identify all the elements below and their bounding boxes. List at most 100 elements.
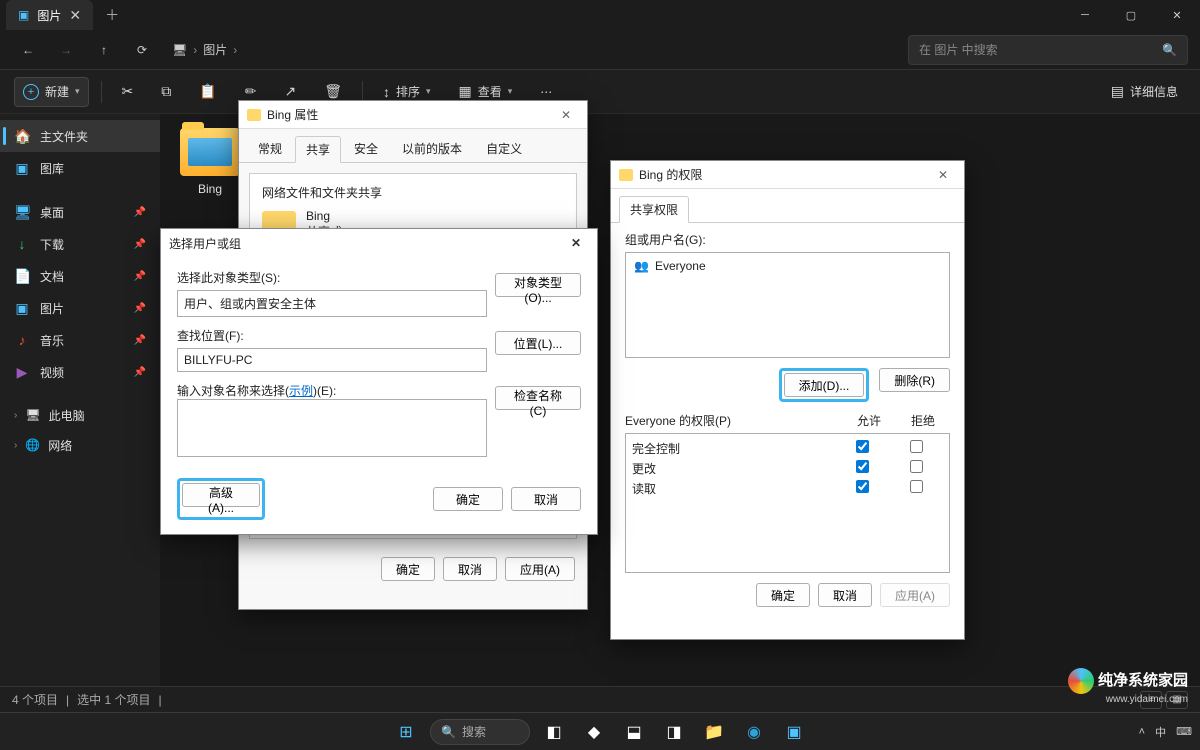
back-button[interactable]: ← [12,34,44,66]
task-view-button[interactable]: ◧ [538,718,570,746]
locations-button[interactable]: 位置(L)... [495,331,581,355]
dialog-titlebar[interactable]: Bing 的权限 ✕ [611,161,964,189]
cancel-button[interactable]: 取消 [511,487,581,511]
new-button[interactable]: + 新建 ▾ [14,77,89,107]
object-name-input[interactable] [177,399,487,457]
remove-button[interactable]: 删除(R) [879,368,950,392]
permissions-for-label: Everyone 的权限(P) [625,412,842,429]
apply-button[interactable]: 应用(A) [505,557,575,581]
folder-item-bing[interactable]: Bing [174,128,246,196]
sidebar-item-downloads[interactable]: ↓下载📌 [0,228,160,260]
sidebar-item-home[interactable]: 🏠主文件夹 [0,120,160,152]
deny-read-checkbox[interactable] [910,480,923,493]
dialog-titlebar[interactable]: Bing 属性 ✕ [239,101,587,129]
folder-icon [247,109,261,121]
list-item-everyone[interactable]: 👥 Everyone [630,257,945,275]
taskbar-widgets[interactable]: ◆ [578,718,610,746]
forward-button[interactable]: → [50,34,82,66]
close-button[interactable]: ✕ [563,232,589,254]
refresh-button[interactable]: ⟳ [126,34,158,66]
cancel-button[interactable]: 取消 [443,557,497,581]
ok-button[interactable]: 确定 [756,583,810,607]
chevron-up-icon[interactable]: ˄ [1139,726,1145,738]
label-text: )(E): [313,384,336,398]
allow-full-control-checkbox[interactable] [856,440,869,453]
chevron-right-icon: › [14,440,17,451]
deny-change-checkbox[interactable] [910,460,923,473]
details-pane-button[interactable]: ▤ 详细信息 [1103,77,1186,107]
add-tab-button[interactable]: ＋ [93,5,131,25]
taskbar-app[interactable]: ⬓ [618,718,650,746]
allow-read-checkbox[interactable] [856,480,869,493]
paste-button[interactable]: 📋 [191,77,224,107]
tab-share-permissions[interactable]: 共享权限 [619,196,689,223]
taskbar-edge[interactable]: ◉ [738,718,770,746]
permission-name: 完全控制 [632,440,835,457]
sidebar-item-this-pc[interactable]: ›🖥此电脑 [0,400,160,430]
tab-security[interactable]: 安全 [343,135,389,162]
copy-button[interactable]: ⧉ [153,77,179,107]
folder-icon [180,128,240,176]
minimize-button[interactable]: ─ [1062,0,1108,30]
search-input[interactable]: 在 图片 中搜索 🔍 [908,35,1188,65]
ok-button[interactable]: 确定 [433,487,503,511]
close-button[interactable]: ✕ [930,164,956,186]
object-types-button[interactable]: 对象类型(O)... [495,273,581,297]
maximize-button[interactable]: ▢ [1108,0,1154,30]
ime-indicator[interactable]: 中 [1155,724,1166,740]
window-tab[interactable]: ▣ 图片 ✕ [6,0,93,30]
breadcrumb-item[interactable]: 图片 [203,41,227,58]
sidebar-item-music[interactable]: ♪音乐📌 [0,324,160,356]
ime-icon[interactable]: ⌨ [1176,725,1192,738]
close-tab-icon[interactable]: ✕ [69,7,81,24]
details-icon: ▤ [1111,83,1124,100]
sidebar-label: 视频 [40,364,64,381]
tab-general[interactable]: 常规 [247,135,293,162]
close-button[interactable]: ✕ [553,104,579,126]
taskbar-explorer[interactable]: 📁 [698,718,730,746]
sidebar-item-videos[interactable]: ▶视频📌 [0,356,160,388]
pin-icon: 📌 [134,207,146,218]
cut-icon: ✂ [122,83,134,100]
chevron-down-icon: ▾ [75,86,80,97]
object-type-field: 用户、组或内置安全主体 [177,290,487,317]
cut-button[interactable]: ✂ [114,77,142,107]
search-placeholder: 在 图片 中搜索 [919,41,998,58]
sidebar-item-gallery[interactable]: ▣图库 [0,152,160,184]
user-listbox[interactable]: 👥 Everyone [625,252,950,358]
taskbar-app[interactable]: ▣ [778,718,810,746]
column-deny: 拒绝 [896,412,950,429]
deny-full-control-checkbox[interactable] [910,440,923,453]
sidebar-item-desktop[interactable]: 🖥桌面📌 [0,196,160,228]
apply-button[interactable]: 应用(A) [880,583,950,607]
check-names-button[interactable]: 检查名称(C) [495,386,581,410]
object-name-label: 输入对象名称来选择(示例)(E): [177,382,487,399]
sidebar-item-pictures[interactable]: ▣图片📌 [0,292,160,324]
chevron-down-icon: ▾ [426,86,431,97]
dialog-titlebar[interactable]: 选择用户或组 ✕ [161,229,597,257]
status-divider: | [158,693,161,707]
add-button[interactable]: 添加(D)... [784,373,865,397]
taskbar-search[interactable]: 🔍 搜索 [430,719,530,745]
cancel-button[interactable]: 取消 [818,583,872,607]
taskbar-tray[interactable]: ˄ 中 ⌨ [1139,724,1192,740]
sidebar-item-documents[interactable]: 📄文档📌 [0,260,160,292]
allow-change-checkbox[interactable] [856,460,869,473]
examples-link[interactable]: 示例 [289,384,313,398]
label-text: 输入对象名称来选择( [177,384,289,398]
desktop-icon: 🖥 [14,204,30,221]
start-button[interactable]: ⊞ [390,718,422,746]
tab-share[interactable]: 共享 [295,136,341,163]
ok-button[interactable]: 确定 [381,557,435,581]
taskbar-app[interactable]: ◨ [658,718,690,746]
sidebar-item-network[interactable]: ›🌐网络 [0,430,160,460]
close-window-button[interactable]: ✕ [1154,0,1200,30]
pictures-icon: ▣ [18,8,29,22]
up-button[interactable]: ↑ [88,34,120,66]
advanced-button[interactable]: 高级(A)... [182,483,260,507]
paste-icon: 📋 [199,83,216,100]
watermark-brand: 纯净系统家园 [1098,672,1188,689]
tab-previous-versions[interactable]: 以前的版本 [391,135,473,162]
breadcrumb[interactable]: 🖥 › 图片 › [164,41,902,58]
tab-customize[interactable]: 自定义 [475,135,533,162]
